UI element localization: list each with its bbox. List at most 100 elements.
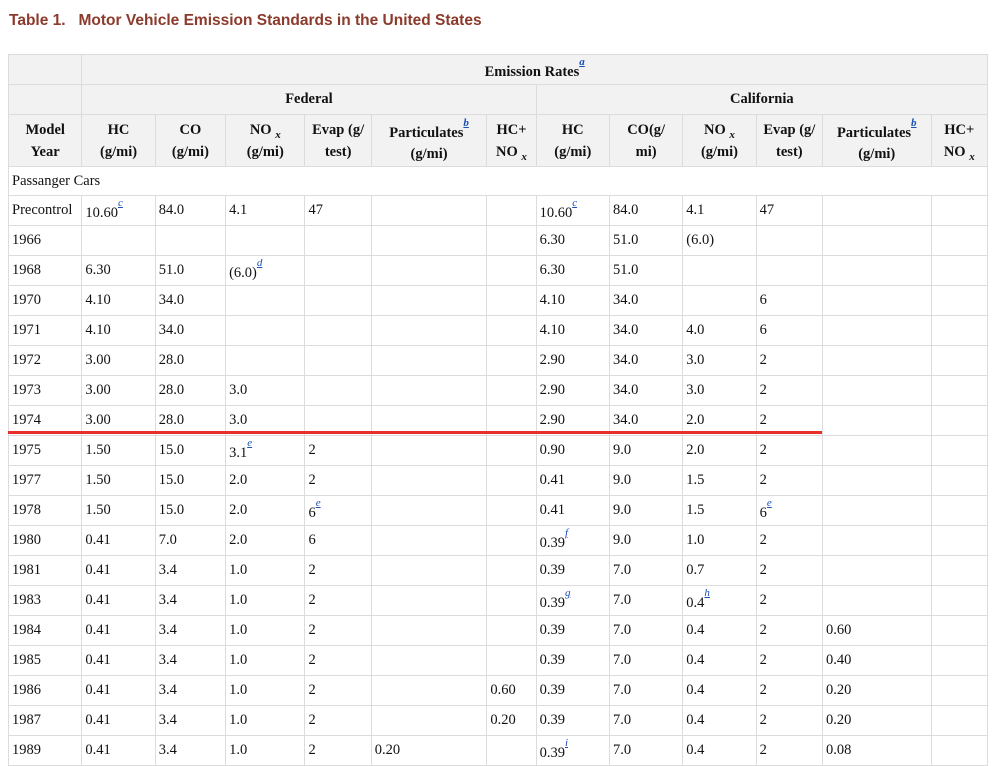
footnote-link-i[interactable]: i [565,737,568,749]
cell-federal-hc: 1.50 [81,495,156,526]
footnote-link-c[interactable]: c [572,197,577,209]
cell-federal-co: 15.0 [154,435,227,466]
footnote-link-b[interactable]: b [463,117,469,129]
cell-model-year: 1978 [7,495,83,526]
cell-california-hc: 10.60c [535,195,610,226]
cell-federal-hcnox [486,495,537,526]
cell-california-particulates [821,525,932,556]
cell-value: 15.0 [158,442,185,458]
cell-federal-evap [304,285,372,316]
cell-california-particulates [821,195,932,226]
cell-value: 0.41 [85,562,111,578]
cell-california-evap: 2 [755,615,823,646]
cell-value: 3.4 [158,562,177,578]
cell-federal-nox: 3.0 [225,375,306,406]
cell-federal-nox: 2.0 [225,495,306,526]
cell-value: 51.0 [612,262,639,278]
cell-california-particulates [821,375,932,406]
footnote-link-g[interactable]: g [565,587,571,599]
footnote-link-e[interactable]: e [316,497,321,509]
cell-value: 2 [308,622,316,638]
cell-federal-nox: 1.0 [225,585,306,616]
cell-california-evap: 2 [755,345,823,376]
cell-california-co: 9.0 [608,465,684,496]
cell-california-particulates [821,585,932,616]
cell-federal-hc [81,225,156,256]
cell-value: 1968 [12,262,41,278]
cell-model-year: 1987 [7,705,83,736]
cell-value: 7.0 [612,682,632,698]
cell-california-hc: 0.39f [535,525,610,556]
cell-california-hcnox [930,495,989,526]
cell-california-nox: 1.5 [682,495,757,526]
footnote-link-h[interactable]: h [704,587,710,599]
cell-value: 2.0 [229,532,248,548]
cell-california-nox: 4.0 [682,315,757,346]
cell-value: 0.4 [686,622,705,638]
cell-federal-hcnox [486,555,537,586]
cell-california-particulates [821,285,932,316]
cell-federal-co: 84.0 [154,195,227,226]
cell-value: 6 [308,504,316,521]
table-title: Table 1. Motor Vehicle Emission Standard… [9,12,482,30]
cell-value: 1966 [12,232,41,248]
footnote-link-e[interactable]: e [767,497,772,509]
cell-california-nox: 1.0 [682,525,757,556]
cell-model-year: Precontrol [7,195,83,226]
cell-california-particulates [821,495,932,526]
cell-california-nox: 0.4 [682,705,757,736]
cell-value: 7.0 [612,592,632,608]
cell-california-co: 34.0 [608,285,684,316]
cell-value: 0.39 [539,622,565,638]
cell-model-year: 1970 [7,285,83,316]
cell-federal-hcnox: 0.20 [486,705,537,736]
cell-value: 2 [759,532,767,548]
footnote-link-f[interactable]: f [565,527,568,539]
table-header: Emission Ratesa Federal California Model… [7,54,989,167]
cell-value: 3.4 [158,712,177,728]
footnote-link-c[interactable]: c [118,197,123,209]
cell-california-hcnox [930,615,989,646]
cell-california-evap: 6e [755,495,823,526]
cell-california-hc: 0.39 [535,675,610,706]
cell-model-year: 1981 [7,555,83,586]
cell-value: 3.4 [158,652,177,668]
cell-value: 2.90 [539,352,565,368]
footnote-link-d[interactable]: d [257,257,263,269]
cell-value: 1987 [12,712,41,728]
cell-value: 1.0 [229,562,248,578]
cell-federal-evap: 2 [304,435,372,466]
cell-california-hc: 0.39 [535,555,610,586]
cell-federal-hcnox [486,435,537,466]
cell-value: 0.90 [539,442,565,458]
footnote-link-b[interactable]: b [911,117,917,129]
cell-federal-nox: 2.0 [225,525,306,556]
cell-federal-nox: 1.0 [225,645,306,676]
cell-value: 2 [759,622,767,638]
cell-value: 6.30 [539,232,565,248]
table-row: 1987 0.41 3.4 1.0 2 0.20 0.39 7.0 0.4 2 0.20 [7,705,989,736]
cell-value: 34.0 [158,292,185,308]
cell-federal-particulates [370,645,488,676]
cell-federal-hc: 4.10 [81,315,156,346]
cell-federal-evap [304,315,372,346]
cell-value: 0.4 [686,742,705,758]
cell-model-year: 1980 [7,525,83,556]
cell-value: 1.50 [85,472,111,488]
footnote-link-a[interactable]: a [579,56,585,68]
section-label: Passanger Cars [8,166,988,196]
cell-california-evap: 2 [755,555,823,586]
cell-value: 0.60 [490,682,516,698]
cell-federal-nox: 1.0 [225,705,306,736]
cell-federal-co: 7.0 [154,525,227,556]
cell-california-evap: 6 [755,285,823,316]
cell-federal-particulates [370,495,488,526]
cell-value: 4.1 [229,202,248,218]
cell-california-particulates: 0.60 [821,615,932,646]
footnote-link-e[interactable]: e [247,437,252,449]
cell-california-co: 34.0 [608,375,684,406]
header-emission-rates: Emission Ratesa [81,54,988,85]
cell-value: 6 [759,504,767,521]
cell-federal-particulates [370,585,488,616]
cell-value: 0.4 [686,652,705,668]
